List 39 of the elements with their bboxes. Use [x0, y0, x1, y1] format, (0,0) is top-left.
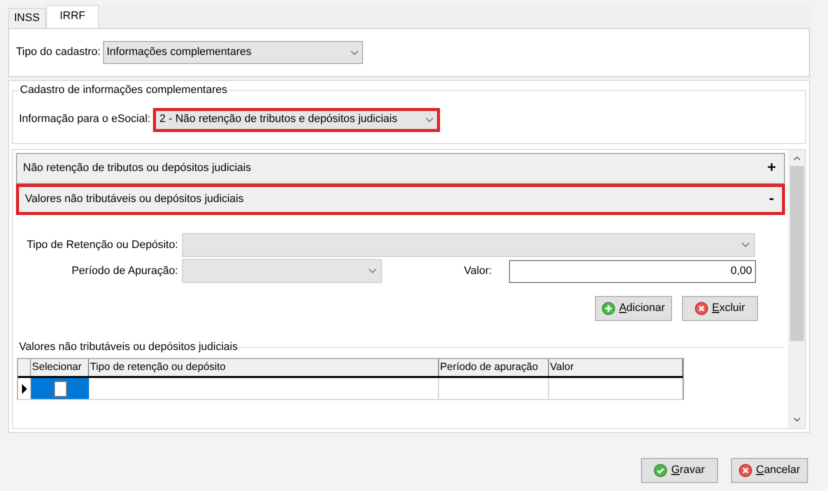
field-label: Período de Apuração: — [70, 264, 179, 279]
add-button[interactable]: Adicionar — [595, 296, 672, 321]
column-header[interactable]: Período de apuração — [439, 359, 549, 376]
toggle-sign[interactable]: + — [767, 157, 776, 180]
field-label: Tipo de Retenção ou Depósito: — [26, 238, 179, 253]
chevron-down-icon — [425, 116, 434, 122]
group-legend: Cadastro de informações complementares — [19, 83, 228, 97]
dropdown[interactable]: Informações complementares — [102, 41, 363, 64]
dropdown[interactable] — [182, 259, 382, 283]
delete-button[interactable]: Excluir — [682, 296, 758, 321]
tab[interactable]: IRRF — [46, 5, 100, 28]
value-input[interactable]: 0,00 — [509, 260, 756, 282]
dropdown[interactable] — [182, 233, 755, 257]
field-label: Informação para o eSocial: — [19, 112, 150, 128]
chevron-down-icon — [741, 242, 750, 248]
section-header[interactable]: Não retenção de tributos ou depósitos judiciais + — [16, 153, 785, 184]
chevron-down-icon — [350, 50, 359, 56]
tab[interactable]: INSS — [8, 8, 46, 28]
field-label: Tipo do cadastro: — [16, 45, 101, 60]
section-header[interactable]: Valores não tributáveis ou depósitos judiciais - — [16, 184, 785, 215]
column-header[interactable]: Tipo de retenção ou depósito — [89, 359, 439, 376]
chevron-down-icon — [368, 268, 377, 274]
dropdown[interactable]: 2 - Não retenção de tributos e depósitos judiciais — [153, 108, 440, 132]
column-header[interactable]: Selecionar — [31, 359, 89, 376]
scroll-up-icon — [792, 156, 800, 161]
scroll-down-icon — [792, 417, 800, 422]
close-circle-icon — [738, 464, 752, 477]
toggle-sign[interactable]: - — [769, 188, 774, 211]
column-header[interactable]: Valor — [549, 359, 683, 376]
scrollbar[interactable] — [788, 150, 805, 428]
checkbox[interactable] — [54, 380, 66, 396]
cancel-button[interactable]: Cancelar — [731, 458, 808, 483]
group-legend: Valores não tributáveis ou depósitos judiciais — [18, 340, 239, 354]
plus-circle-icon — [602, 302, 616, 315]
field-label: Valor: — [464, 264, 493, 279]
check-circle-icon — [654, 464, 668, 477]
close-circle-icon — [694, 302, 708, 315]
table-cell[interactable] — [31, 378, 89, 399]
save-button[interactable]: Gravar — [641, 458, 718, 483]
